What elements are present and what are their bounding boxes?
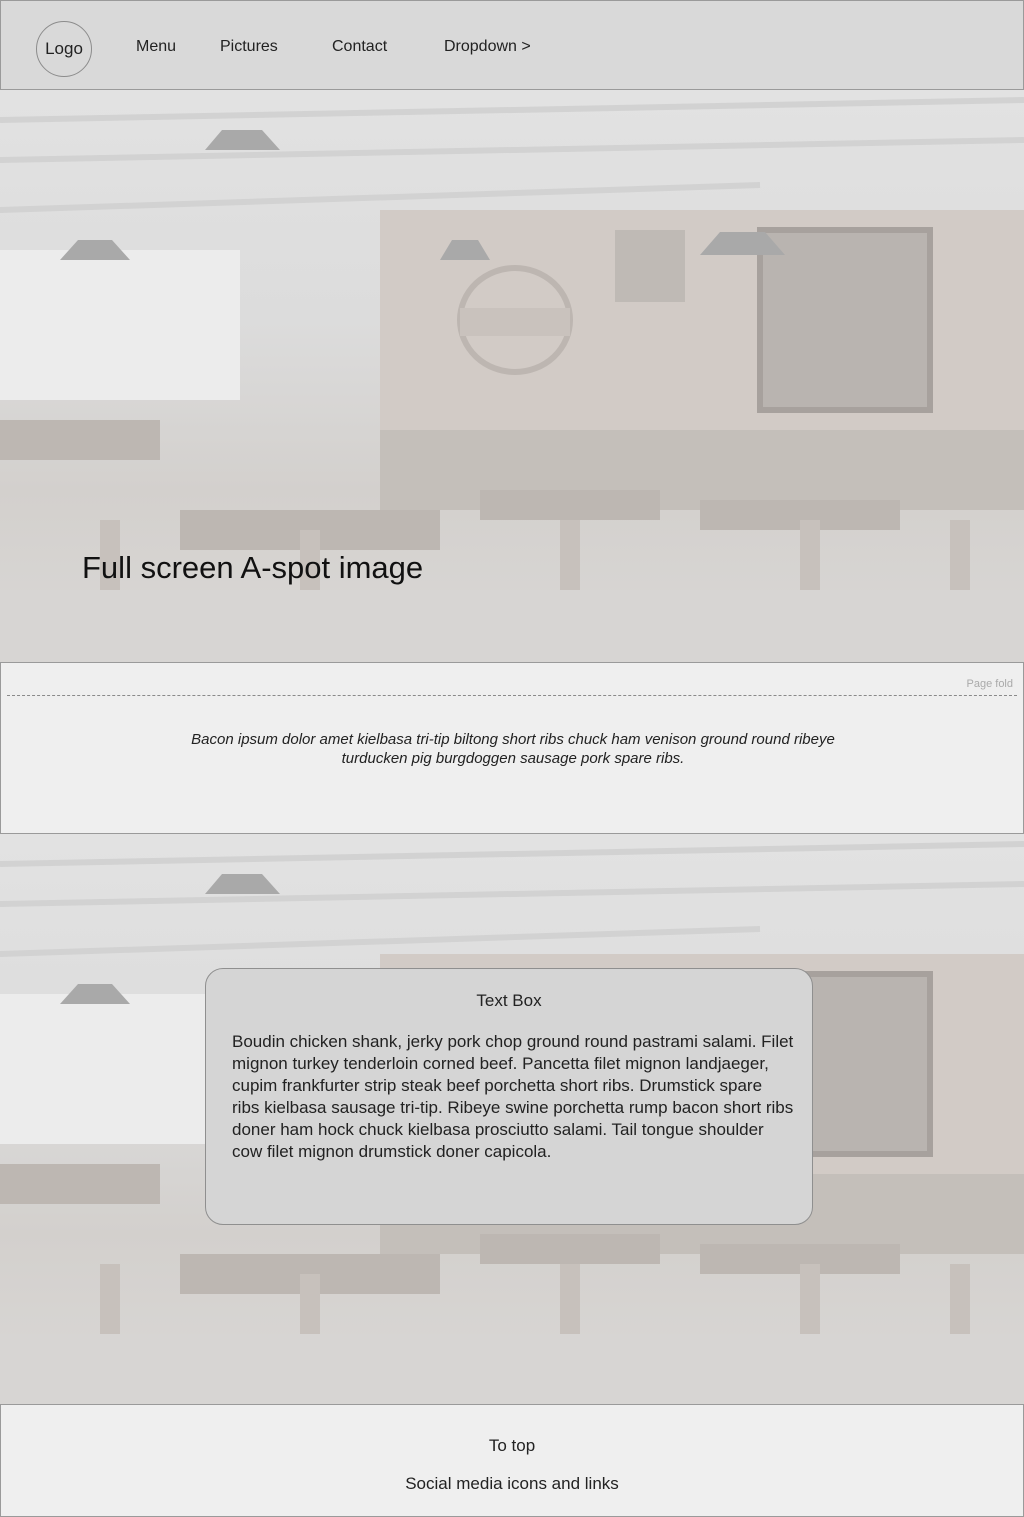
nav-item-contact[interactable]: Contact xyxy=(332,38,387,56)
hero-title: Full screen A-spot image xyxy=(82,550,424,585)
to-top-link[interactable]: To top xyxy=(1,1436,1023,1456)
page-fold-label: Page fold xyxy=(966,678,1013,690)
page-fold-line xyxy=(7,695,1017,696)
nav-item-dropdown[interactable]: Dropdown > xyxy=(444,38,531,56)
logo[interactable]: Logo xyxy=(36,21,92,77)
hero-image: Full screen A-spot image xyxy=(0,90,1024,662)
social-media-links[interactable]: Social media icons and links xyxy=(1,1474,1023,1494)
nav-item-pictures[interactable]: Pictures xyxy=(220,38,278,56)
text-box-title: Text Box xyxy=(476,991,542,1010)
text-box: Text Box Boudin chicken shank, jerky por… xyxy=(205,968,813,1225)
footer: To top Social media icons and links xyxy=(0,1404,1024,1517)
intro-text: Bacon ipsum dolor amet kielbasa tri-tip … xyxy=(191,731,835,767)
text-box-body: Boudin chicken shank, jerky pork chop gr… xyxy=(232,1032,794,1161)
intro-section: Page fold Bacon ipsum dolor amet kielbas… xyxy=(0,662,1024,834)
nav-item-menu[interactable]: Menu xyxy=(136,38,176,56)
top-navigation-bar: Logo Menu Pictures Contact Dropdown > xyxy=(0,0,1024,90)
